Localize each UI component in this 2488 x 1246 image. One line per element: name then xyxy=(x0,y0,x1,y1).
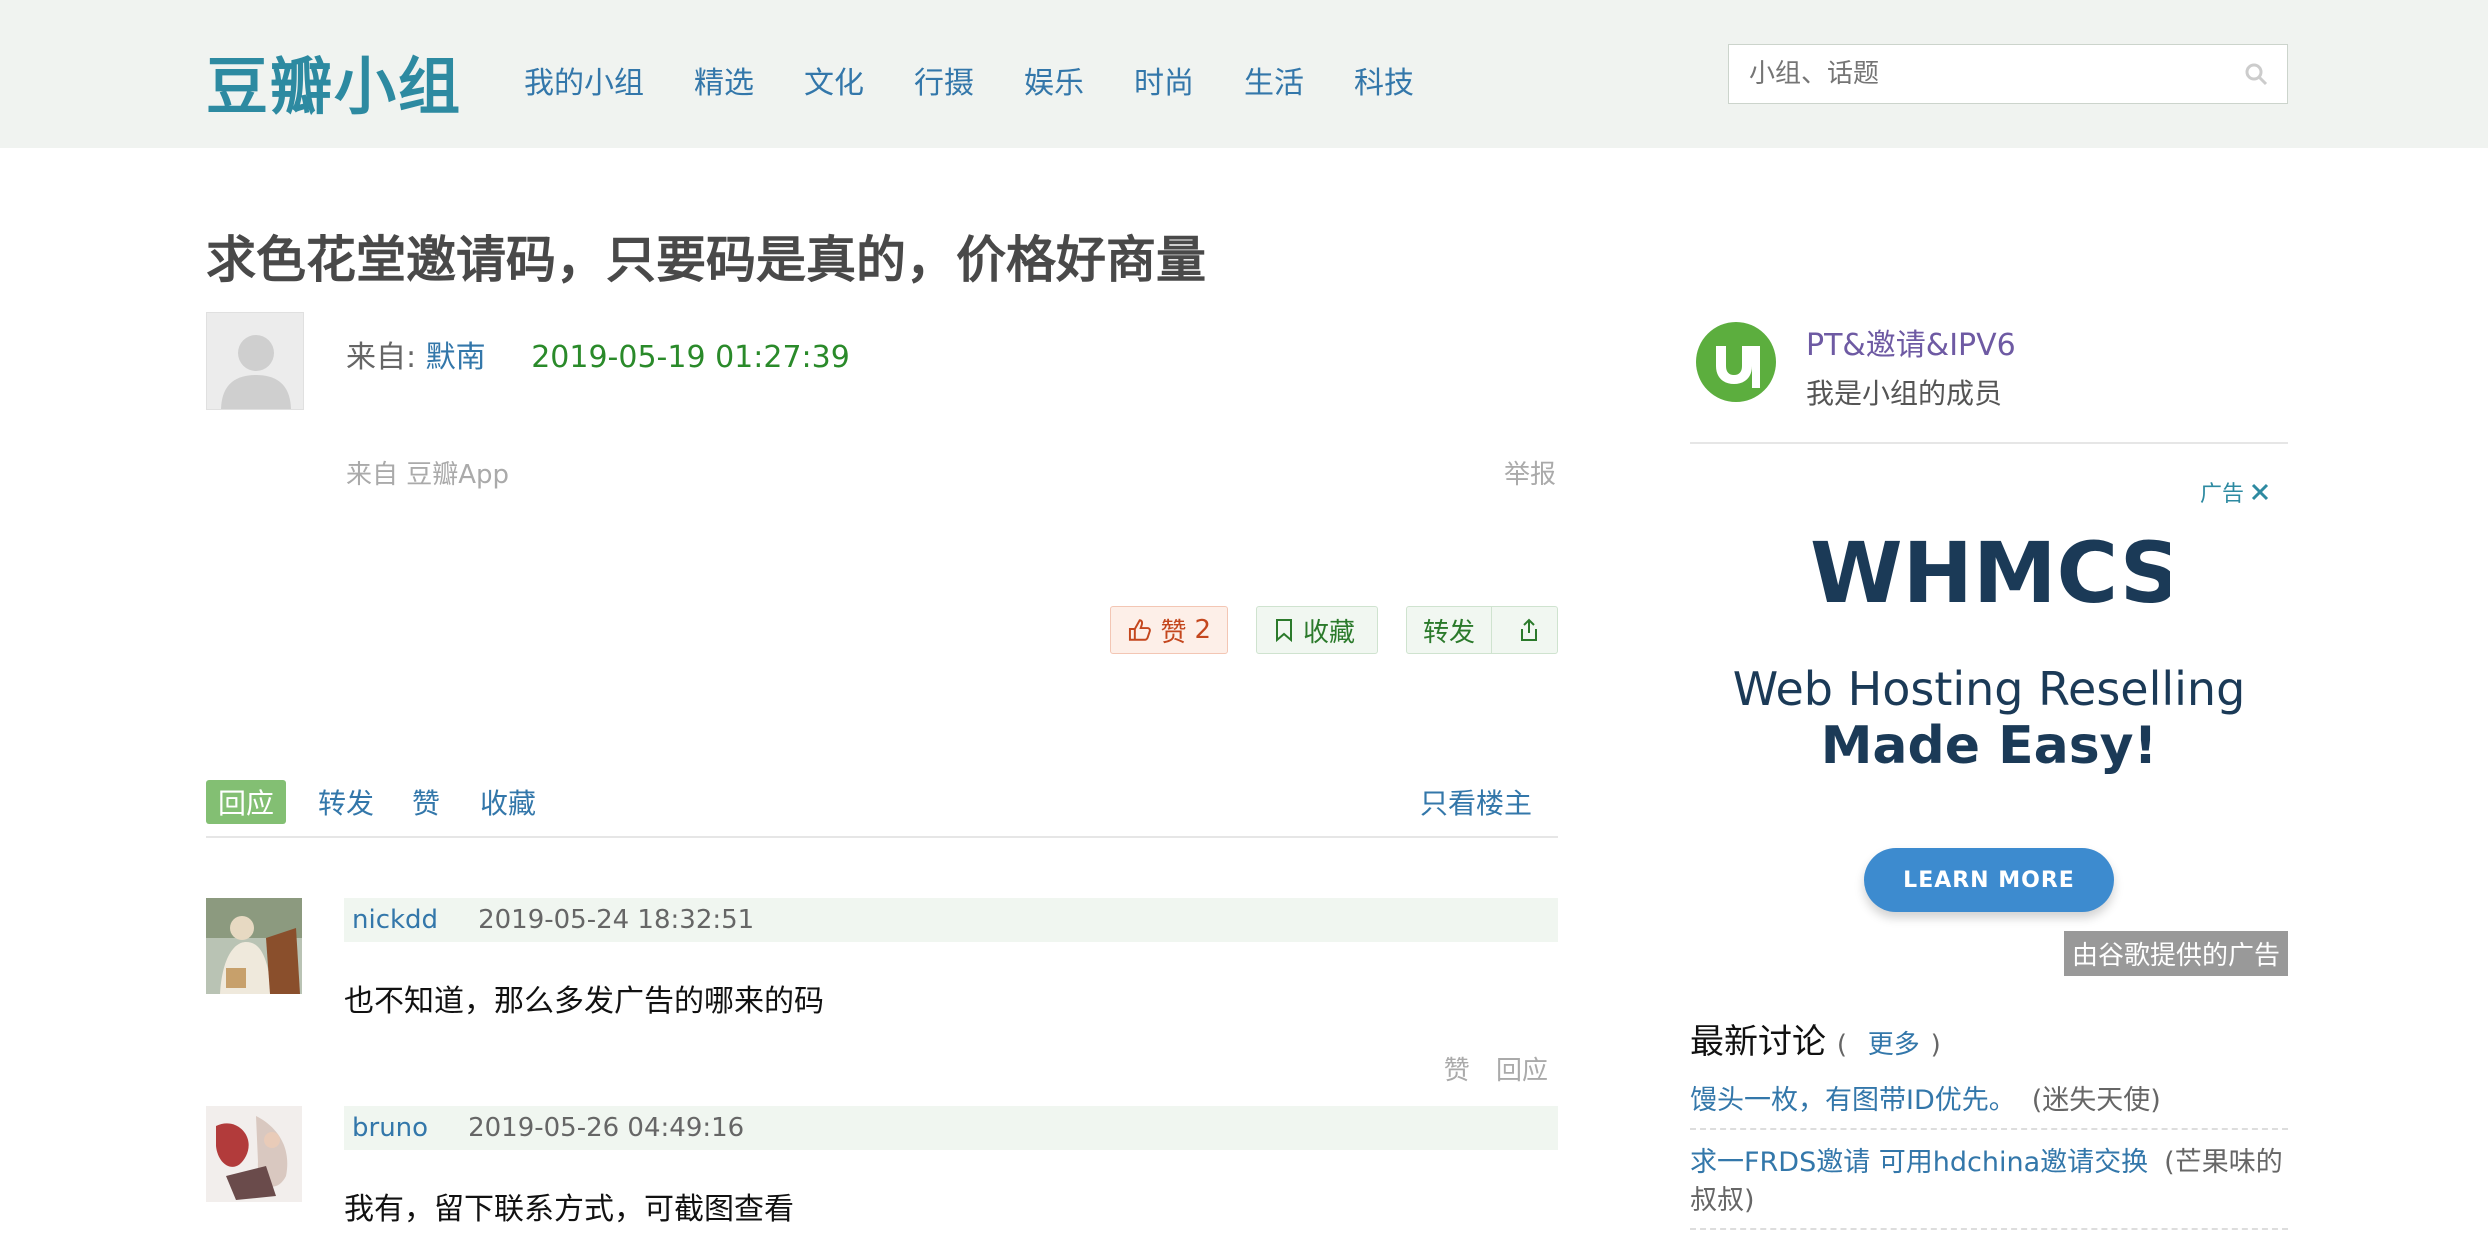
bookmark-icon xyxy=(1276,619,1292,643)
list-item: 馒头一枚，有图带ID优先。 (迷失天使) xyxy=(1690,1082,2288,1130)
discussion-link[interactable]: 馒头一枚，有图带ID优先。 xyxy=(1690,1085,2016,1116)
nav-tech[interactable]: 科技 xyxy=(1354,58,1414,102)
more-link[interactable]: 更多 xyxy=(1868,1030,1920,1060)
search-icon[interactable] xyxy=(2243,61,2269,87)
share-external-button[interactable] xyxy=(1500,617,1557,643)
ad-provider-label: 由谷歌提供的广告 xyxy=(2063,931,2288,976)
topic-time: 2019-05-19 01:27:39 xyxy=(531,340,850,375)
tab-share[interactable]: 转发 xyxy=(318,782,374,822)
like-label: 赞 xyxy=(1160,617,1187,648)
author-link[interactable]: 默南 xyxy=(426,340,486,375)
comment-item: bruno 2019-05-26 04:49:16 我有，留下联系方式，可截图查… xyxy=(206,1106,1558,1246)
comment-time: 2019-05-26 04:49:16 xyxy=(468,1113,745,1143)
comment-tabs: 回应 转发 赞 收藏 只看楼主 xyxy=(206,780,1558,838)
avatar[interactable] xyxy=(206,898,302,994)
author-avatar[interactable] xyxy=(206,312,304,410)
group-name-link[interactable]: PT&邀请&IPV6 xyxy=(1806,320,2016,364)
comment-text: 我有，留下联系方式，可截图查看 xyxy=(344,1192,794,1227)
paren-close: ) xyxy=(1930,1030,1941,1060)
share-icon xyxy=(1520,618,1537,641)
topic-title: 求色花堂邀请码，只要码是真的，价格好商量 xyxy=(206,231,1206,289)
from-prefix: 来自: xyxy=(346,340,417,375)
close-icon[interactable] xyxy=(2250,482,2270,502)
utorrent-logo-icon xyxy=(1696,322,1776,402)
group-role: 我是小组的成员 xyxy=(1806,377,2003,410)
comment-like-link[interactable]: 赞 xyxy=(1444,1056,1470,1086)
comment-header: bruno 2019-05-26 04:49:16 xyxy=(344,1106,1558,1150)
tab-favorite[interactable]: 收藏 xyxy=(480,782,536,822)
search-input[interactable] xyxy=(1729,45,2209,103)
nav-culture[interactable]: 文化 xyxy=(804,58,864,102)
tab-like[interactable]: 赞 xyxy=(412,782,440,822)
ad-learn-more-button[interactable]: LEARN MORE xyxy=(1864,848,2114,912)
comment-user[interactable]: nickdd xyxy=(352,905,438,935)
like-count: 2 xyxy=(1194,615,1211,645)
thumbs-up-icon xyxy=(1128,619,1151,641)
topic-meta: 来自: 默南 2019-05-19 01:27:39 xyxy=(346,332,850,376)
share-button-group: 转发 xyxy=(1406,606,1558,654)
latest-title: 最新讨论 xyxy=(1690,1022,1826,1062)
nav-entertainment[interactable]: 娱乐 xyxy=(1024,58,1084,102)
favorite-label: 收藏 xyxy=(1303,617,1356,648)
latest-discussions-heading: 最新讨论 ( 更多 ) xyxy=(1690,1014,1941,1063)
report-link[interactable]: 举报 xyxy=(1504,454,1556,491)
ad-tag[interactable]: 广告 xyxy=(2200,476,2270,508)
discussion-link[interactable]: 求一FRDS邀请 可用hdchina邀请交换 xyxy=(1690,1147,2148,1178)
like-button[interactable]: 赞 2 xyxy=(1110,606,1228,654)
avatar[interactable] xyxy=(206,1106,302,1202)
site-header: 豆瓣小组 我的小组 精选 文化 行摄 娱乐 时尚 生活 科技 xyxy=(0,0,2488,148)
comment-reply-link[interactable]: 回应 xyxy=(1496,1056,1548,1086)
comment-item: nickdd 2019-05-24 18:32:51 也不知道，那么多发广告的哪… xyxy=(206,898,1558,1098)
app-source: 来自 豆瓣App xyxy=(346,460,510,490)
ad-logo-text: WHMCS xyxy=(1810,524,2170,622)
list-item: 求一FRDS邀请 可用hdchina邀请交换 (芒果味的叔叔) xyxy=(1690,1144,2288,1230)
share-button[interactable]: 转发 xyxy=(1407,607,1493,653)
comment-actions: 赞 回应 xyxy=(1426,1050,1548,1087)
ad-headline-2: Made Easy! xyxy=(1820,716,2158,776)
nav-life[interactable]: 生活 xyxy=(1244,58,1304,102)
comment-text: 也不知道，那么多发广告的哪来的码 xyxy=(344,984,824,1019)
nav-my-groups[interactable]: 我的小组 xyxy=(524,58,644,102)
default-avatar-icon xyxy=(207,313,303,409)
site-logo[interactable]: 豆瓣小组 xyxy=(206,36,462,126)
nav-fashion[interactable]: 时尚 xyxy=(1134,58,1194,102)
ad-headline-1: Web Hosting Reselling xyxy=(1732,662,2246,716)
main-nav: 我的小组 精选 文化 行摄 娱乐 时尚 生活 科技 xyxy=(524,58,1464,102)
sidebar-divider xyxy=(1690,442,2288,444)
favorite-button[interactable]: 收藏 xyxy=(1256,606,1378,654)
nav-featured[interactable]: 精选 xyxy=(694,58,754,102)
comment-header: nickdd 2019-05-24 18:32:51 xyxy=(344,898,1558,942)
only-op-link[interactable]: 只看楼主 xyxy=(1420,782,1532,822)
search-box xyxy=(1728,44,2288,104)
ad-label: 广告 xyxy=(2199,482,2244,507)
comment-time: 2019-05-24 18:32:51 xyxy=(478,905,755,935)
ad-logo: WHMCS xyxy=(1810,524,2170,622)
discussion-author: (迷失天使) xyxy=(2031,1085,2161,1116)
comment-user[interactable]: bruno xyxy=(352,1113,428,1143)
ad-banner[interactable]: 广告 WHMCS Web Hosting Reselling Made Easy… xyxy=(1690,464,2288,976)
paren-open: ( xyxy=(1836,1030,1847,1060)
group-icon[interactable] xyxy=(1694,320,1778,404)
tab-reply[interactable]: 回应 xyxy=(206,780,287,824)
nav-travel[interactable]: 行摄 xyxy=(914,58,974,102)
